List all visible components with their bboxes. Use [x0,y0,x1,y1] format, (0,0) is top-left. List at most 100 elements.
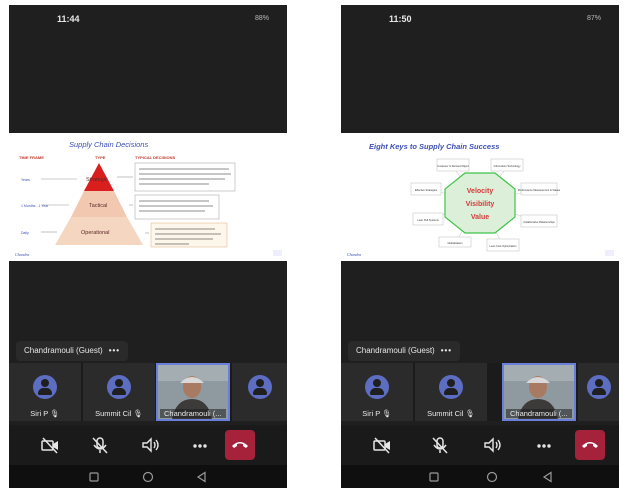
participant-tile[interactable]: Summit Cil 🎙 [415,363,487,421]
slide-logo: Chandra [15,252,29,257]
end-call-button[interactable] [225,430,255,460]
more-options-icon[interactable]: ••• [109,346,120,355]
key-label: Effective Strategies [415,188,438,192]
key-label: Lean Cost Optimization [490,244,518,248]
slide-corner-logo [273,250,282,256]
pyramid-label-operational: Operational [81,230,109,236]
call-controls [341,425,619,465]
recents-icon [429,472,439,482]
home-button[interactable] [485,470,499,484]
recents-button[interactable] [427,470,441,484]
camera-toggle-button[interactable] [35,431,65,459]
battery-level: 88% [254,15,269,22]
participant-tile-partial[interactable] [578,363,619,421]
back-button[interactable] [541,470,555,484]
status-bar: 11:44 88% [9,5,287,31]
status-time: 11:44 [57,14,80,24]
time-label-daily: Daily [21,231,29,235]
avatar-icon [247,375,272,399]
participant-name: Chandramouli (... [506,409,572,418]
key-label: Collaborative Relationships [523,220,555,224]
back-button[interactable] [195,470,209,484]
key-label: Performance Measurement & Values [518,188,561,192]
participant-name: Summit Cil 🎙 [95,409,143,418]
slide-header-typical: TYPICAL DECISIONS [135,155,175,160]
back-icon [542,471,552,483]
more-icon [193,444,207,448]
participant-tile-partial[interactable] [232,363,287,421]
center-word-velocity: Velocity [467,188,494,195]
participant-name: Summit Cil 🎙 [427,409,475,418]
back-icon [196,471,206,483]
participant-strip: Siri P 🎙 Summit Cil 🎙 Chandramouli (... [9,363,287,421]
slide-canvas: Supply Chain Decisions TIME FRAME TYPE T… [15,140,282,257]
speaker-icon [484,437,501,453]
participant-name: Siri P 🎙 [30,409,60,418]
key-label: Information Technology [494,164,521,168]
camera-toggle-button[interactable] [367,431,397,459]
key-label: Lean Pull Systems [417,218,439,222]
home-button[interactable] [141,470,155,484]
center-word-value: Value [471,214,489,221]
participant-tile[interactable]: Siri P 🎙 [341,363,413,421]
mic-off-icon [92,437,108,454]
slide-canvas: Eight Keys to Supply Chain Success Veloc… [347,142,614,257]
speaker-button[interactable] [135,431,165,459]
battery-level: 87% [586,15,601,22]
end-call-icon [232,442,248,448]
decision-box-operational [150,222,228,248]
mute-button[interactable] [85,431,115,459]
system-nav-bar [9,465,287,488]
more-button[interactable] [185,431,215,459]
pyramid-label-strategic: Strategic [86,177,108,183]
more-options-icon[interactable]: ••• [441,346,452,355]
time-label-years: Years [21,178,30,182]
end-call-button[interactable] [575,430,605,460]
avatar-icon [365,375,389,399]
mic-off-icon [432,437,448,454]
participant-tile[interactable]: Summit Cil 🎙 [83,363,155,421]
home-icon [142,471,154,483]
system-nav-bar [341,465,619,488]
participant-tile[interactable]: Siri P 🎙 [9,363,81,421]
mute-button[interactable] [425,431,455,459]
participant-strip: Siri P 🎙 Summit Cil 🎙 Chandramouli (... [341,363,619,421]
participant-name: Chandramouli (... [160,409,226,418]
decision-box-strategic [134,162,236,192]
speaker-name: Chandramouli (Guest) [24,346,103,355]
recents-button[interactable] [87,470,101,484]
active-speaker-chip[interactable]: Chandramouli (Guest) ••• [16,341,129,361]
slide-title: Eight Keys to Supply Chain Success [369,142,499,151]
speaker-button[interactable] [477,431,507,459]
more-button[interactable] [529,431,559,459]
slide-header-timeframe: TIME FRAME [19,155,44,160]
active-speaker-chip[interactable]: Chandramouli (Guest) ••• [348,341,461,361]
call-controls [9,425,287,465]
more-icon [537,444,551,448]
slide-corner-logo [605,250,614,256]
slide-title: Supply Chain Decisions [69,140,148,149]
decision-box-tactical [134,194,220,220]
speaker-icon [142,437,159,453]
camera-off-icon [41,437,58,454]
avatar-icon [586,375,611,399]
status-time: 11:50 [389,14,412,24]
phone-screen-left: 11:44 88% Supply Chain Decisions TIME FR… [9,5,287,488]
slide-header-type: TYPE [95,155,106,160]
camera-off-icon [373,437,390,454]
time-label-months: 1 Months - 1 Year [21,204,49,208]
shared-slide: Supply Chain Decisions TIME FRAME TYPE T… [9,133,287,261]
avatar-icon [107,375,131,399]
pyramid-label-tactical: Tactical [89,203,107,209]
participant-video-tile[interactable]: Chandramouli (... [502,363,576,421]
avatar-icon [439,375,463,399]
avatar-icon [33,375,57,399]
home-icon [486,471,498,483]
phone-screen-right: 11:50 87% Eight Keys to Supply Chain Suc… [341,5,619,488]
key-label: Globalization [448,241,464,245]
speaker-name: Chandramouli (Guest) [356,346,435,355]
shared-slide: Eight Keys to Supply Chain Success Veloc… [341,133,619,261]
key-label: Customer & Demand Mgmt [437,164,469,168]
participant-video-tile[interactable]: Chandramouli (... [156,363,230,421]
slide-logo: Chandra [347,252,361,257]
